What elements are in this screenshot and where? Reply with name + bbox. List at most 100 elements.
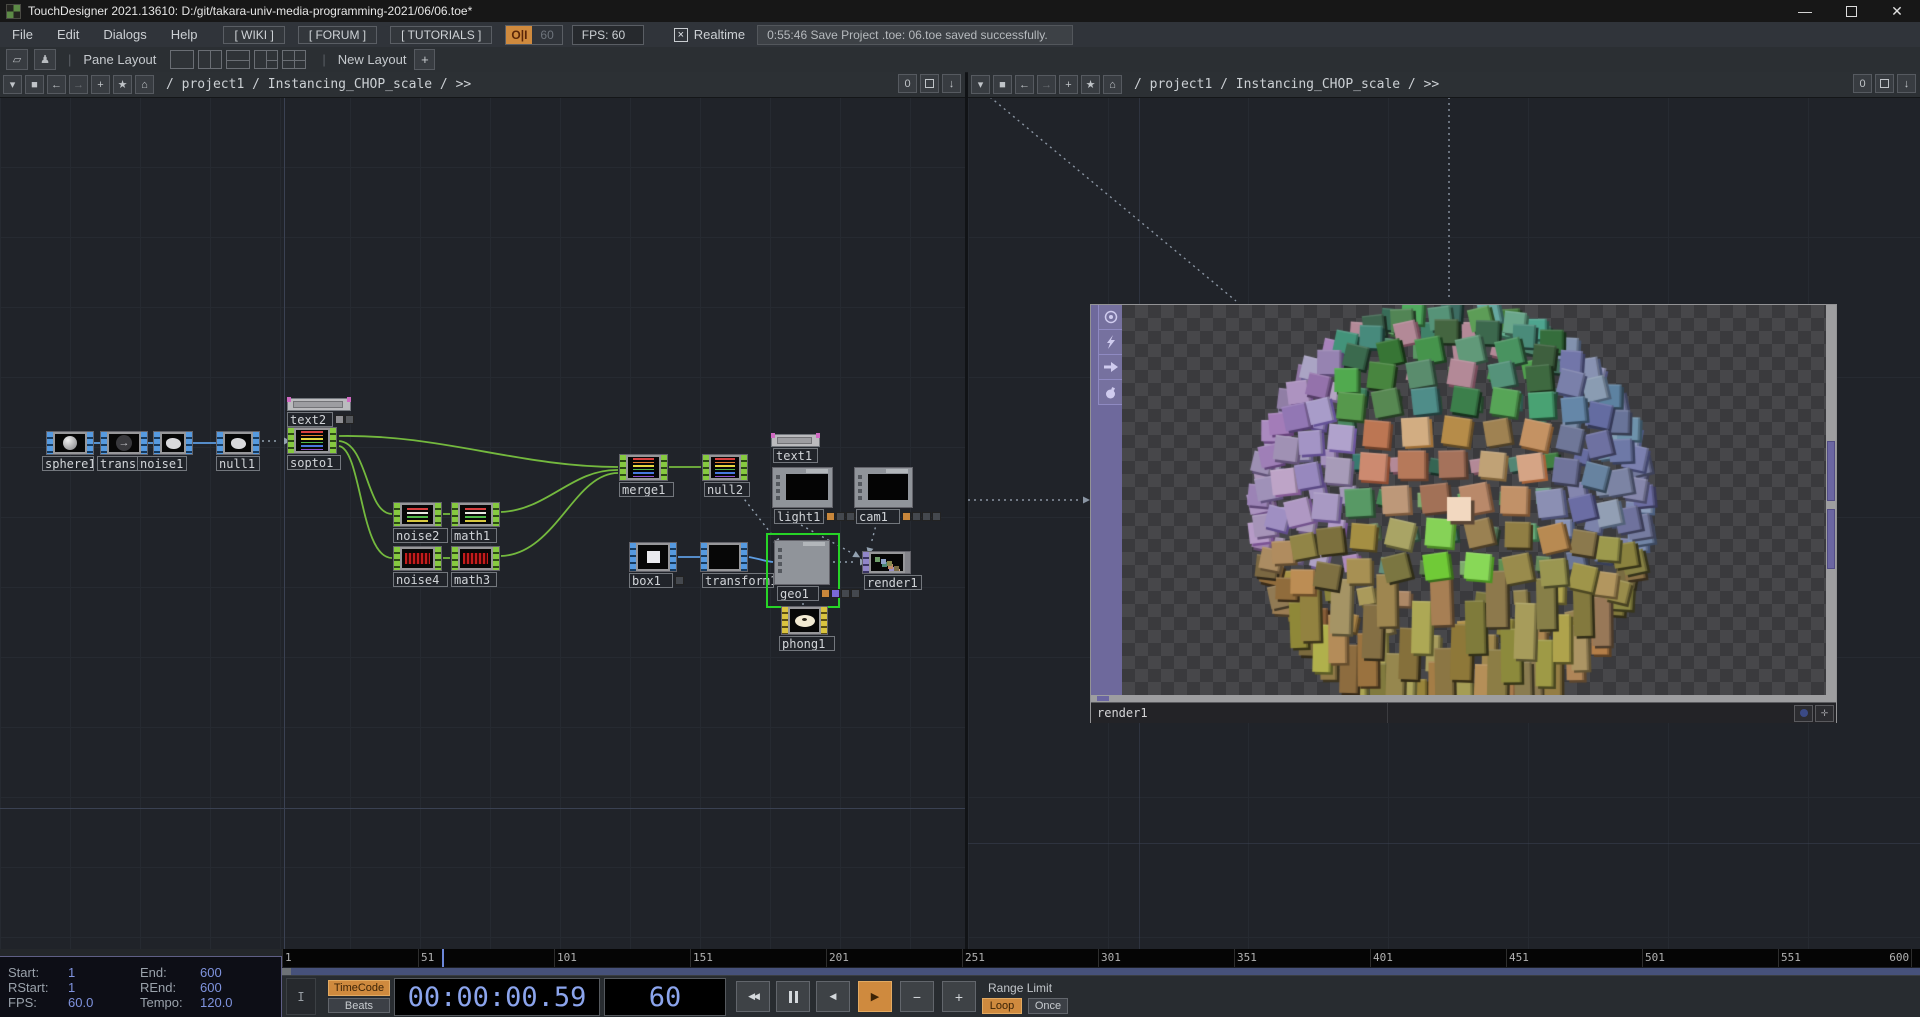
input-connectors[interactable] [630, 543, 636, 571]
pause-button[interactable] [776, 981, 810, 1012]
vscroll-thumb[interactable] [1827, 509, 1835, 569]
forward-icon[interactable]: → [69, 75, 88, 94]
macro-icon[interactable]: ▱ [6, 49, 28, 70]
viewer-vscrollbar[interactable] [1826, 305, 1836, 695]
arrow-icon[interactable] [1098, 355, 1123, 380]
new-layout-add-button[interactable]: + [414, 49, 435, 70]
forward-icon[interactable]: → [1037, 75, 1056, 94]
add-bookmark-icon[interactable]: + [91, 75, 110, 94]
insert-key-button[interactable]: I [286, 978, 316, 1015]
node-body[interactable] [287, 398, 351, 411]
flag-chip[interactable] [826, 512, 835, 521]
pane-layout-quad[interactable] [282, 50, 306, 69]
node-body[interactable] [393, 502, 442, 527]
right-pane-maximize-icon[interactable] [1875, 74, 1894, 93]
flag-chip[interactable] [345, 415, 354, 424]
input-connectors[interactable] [154, 432, 160, 454]
output-connectors[interactable] [821, 607, 827, 634]
bomb-icon[interactable] [1098, 380, 1123, 405]
stop-icon[interactable]: ■ [993, 75, 1012, 94]
play-button[interactable]: ▶ [858, 981, 892, 1012]
input-connectors[interactable] [288, 428, 294, 453]
fps-indicator[interactable]: FPS: 60 [572, 25, 644, 45]
pane-menu-icon[interactable]: ▾ [971, 75, 990, 94]
flag-chip[interactable] [836, 512, 845, 521]
lightning-icon[interactable] [1098, 330, 1123, 355]
node-body[interactable] [781, 606, 828, 635]
input-connectors[interactable] [217, 432, 223, 454]
increment-button[interactable]: + [942, 981, 976, 1012]
menu-file[interactable]: File [0, 27, 45, 42]
output-connectors[interactable] [435, 503, 441, 526]
output-connectors[interactable] [741, 455, 747, 480]
decrement-button[interactable]: − [900, 981, 934, 1012]
bookmark-icon[interactable]: ★ [1081, 75, 1100, 94]
output-connectors[interactable] [186, 432, 192, 454]
flag-chip[interactable] [902, 512, 911, 521]
right-pane-breadcrumb[interactable]: / project1 / Instancing_CHOP_scale / >> [1134, 77, 1439, 92]
node-body[interactable] [629, 542, 677, 572]
node-body[interactable] [451, 546, 500, 571]
back-icon[interactable]: ← [1015, 75, 1034, 94]
viewer-add-icon[interactable]: ✛ [1815, 705, 1834, 722]
input-connectors[interactable] [394, 547, 400, 570]
pane-layout-left-right-split[interactable] [254, 50, 278, 69]
flag-chip[interactable] [912, 512, 921, 521]
pane-layout-hsplit[interactable] [226, 50, 250, 69]
output-connectors[interactable] [253, 432, 259, 454]
left-pane-maximize-icon[interactable] [920, 74, 939, 93]
link-button-tutorials[interactable]: [ TUTORIALS ] [390, 26, 492, 44]
output-connectors[interactable] [493, 547, 499, 570]
viewer-hscrollbar[interactable] [1091, 695, 1836, 702]
flag-chip[interactable] [851, 589, 860, 598]
input-connectors[interactable] [703, 455, 709, 480]
close-button[interactable]: ✕ [1874, 0, 1920, 22]
back-icon[interactable]: ← [47, 75, 66, 94]
output-connectors[interactable] [87, 432, 93, 454]
input-connectors[interactable] [863, 552, 869, 573]
flag-chip[interactable] [821, 589, 830, 598]
flag-chip[interactable] [932, 512, 941, 521]
input-connectors[interactable] [47, 432, 53, 454]
timeline-ruler[interactable]: 151101151201251301351401451501551600 [282, 949, 1920, 967]
node-body[interactable] [771, 434, 820, 447]
input-connectors[interactable] [701, 543, 707, 571]
viewer-color-icon[interactable] [1794, 705, 1813, 722]
output-connectors[interactable] [435, 547, 441, 570]
pane-divider[interactable] [965, 72, 968, 949]
link-button-forum[interactable]: [ FORUM ] [298, 26, 377, 44]
jump-to-start-button[interactable]: ◀◀ [736, 981, 770, 1012]
node-body[interactable] [854, 467, 913, 508]
left-pane-breadcrumb[interactable]: / project1 / Instancing_CHOP_scale / >> [166, 77, 471, 92]
home-icon[interactable]: ⌂ [135, 75, 154, 94]
output-connectors[interactable] [661, 455, 667, 480]
menu-help[interactable]: Help [159, 27, 210, 42]
node-body[interactable] [46, 431, 94, 455]
input-connectors[interactable] [452, 547, 458, 570]
add-bookmark-icon[interactable]: + [1059, 75, 1078, 94]
timecode-mode-button[interactable]: TimeCode [328, 980, 390, 996]
output-connectors[interactable] [330, 428, 336, 453]
output-connectors[interactable] [905, 552, 910, 573]
oi-toggle-button[interactable]: O|I [506, 26, 532, 44]
right-pane-split-icon[interactable]: ↓ [1897, 74, 1916, 93]
output-connectors[interactable] [493, 503, 499, 526]
node-body[interactable] [862, 551, 911, 574]
input-connectors[interactable] [101, 432, 107, 454]
stop-icon[interactable]: ■ [25, 75, 44, 94]
anchor-icon[interactable]: ♟ [34, 49, 56, 70]
realtime-checkbox[interactable]: × [674, 28, 688, 42]
output-connectors[interactable] [141, 432, 147, 454]
render-viewport[interactable] [1122, 305, 1826, 695]
beats-mode-button[interactable]: Beats [328, 998, 390, 1013]
vscroll-thumb[interactable] [1827, 441, 1835, 501]
input-connectors[interactable] [452, 503, 458, 526]
pane-layout-vsplit[interactable] [198, 50, 222, 69]
node-body[interactable] [619, 454, 668, 481]
node-body[interactable] [772, 467, 833, 508]
once-button[interactable]: Once [1028, 998, 1068, 1014]
flag-chip[interactable] [846, 512, 855, 521]
pane-menu-icon[interactable]: ▾ [3, 75, 22, 94]
link-button-wiki[interactable]: [ WIKI ] [223, 26, 284, 44]
output-connectors[interactable] [670, 543, 676, 571]
